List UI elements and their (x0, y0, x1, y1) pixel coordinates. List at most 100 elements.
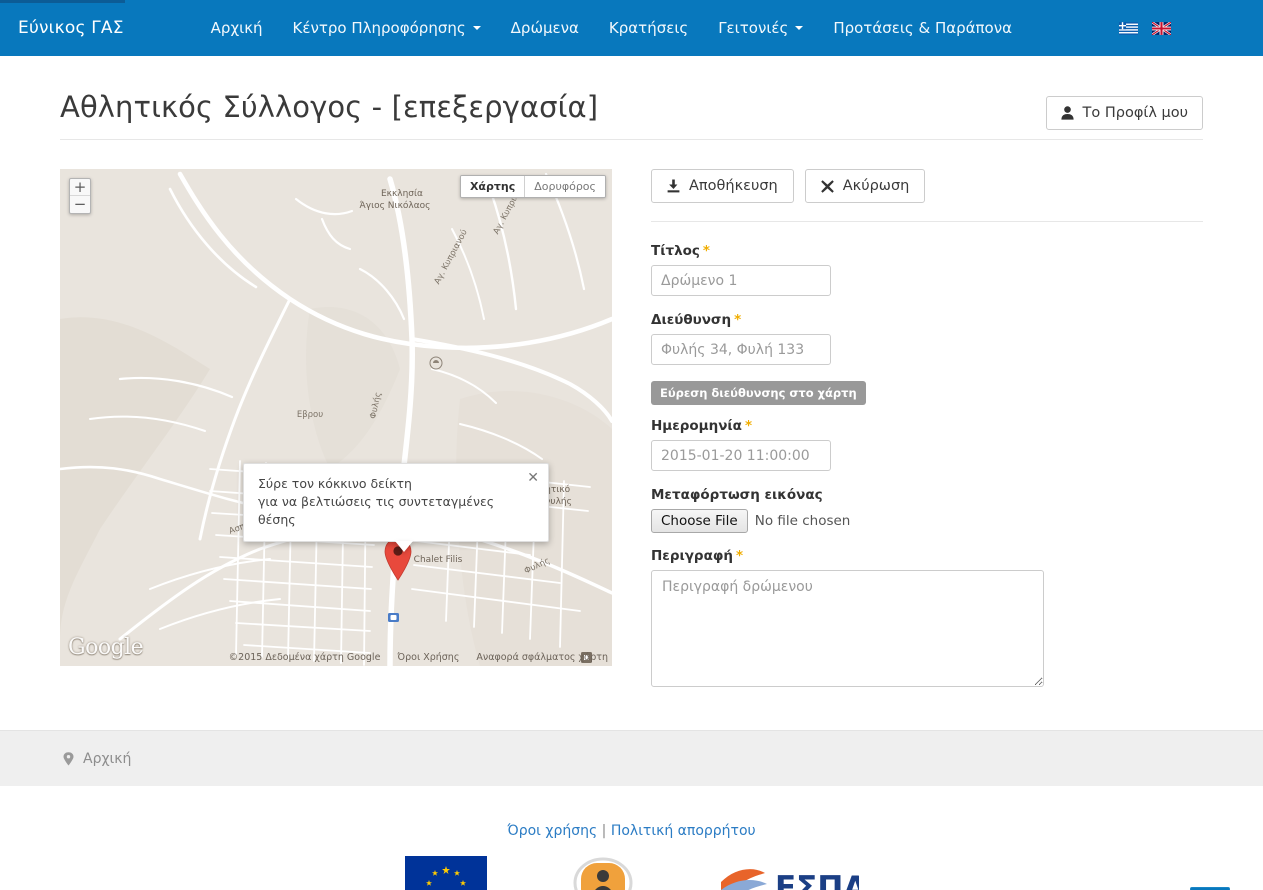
page-footer: Όροι χρήσης | Πολιτική απορρήτου ΕΣΠΑ (0, 786, 1263, 890)
nav-label: Αρχική (210, 19, 263, 37)
info-window-tail (395, 541, 413, 553)
info-window-line-2: για να βελτιώσεις τις συντεταγμένες θέση… (258, 494, 495, 528)
address-input[interactable] (651, 334, 831, 365)
nav-item-suggestions-complaints[interactable]: Προτάσεις & Παράπονα (818, 0, 1027, 56)
page-title: Αθλητικός Σύλλογος - [επεξεργασία] (60, 90, 599, 124)
map-info-window: Σύρε τον κόκκινο δείκτη για να βελτιώσει… (243, 463, 549, 553)
save-label: Αποθήκευση (689, 178, 778, 194)
breadcrumb: Αρχική (60, 751, 1203, 767)
map-zoom-control[interactable]: + − (69, 178, 91, 214)
location-map[interactable]: Εκκλησία Άγιος Νικόλαος Αγ. Κυπριανού Αγ… (60, 169, 612, 666)
footer-separator: | (601, 823, 607, 839)
my-profile-label: Το Προφίλ μου (1082, 105, 1188, 121)
description-textarea[interactable] (651, 570, 1044, 687)
date-label: Ημερομηνία * (651, 418, 1203, 434)
map-label: Φυλής (523, 556, 552, 576)
espa-text: ΕΣΠΑ (775, 870, 859, 890)
breadcrumb-bar: Αρχική (0, 730, 1263, 786)
map-label: Εβρου (297, 410, 323, 420)
download-icon (667, 179, 680, 193)
address-label-text: Διεύθυνση (651, 312, 732, 328)
file-status-text: No file chosen (754, 513, 851, 529)
save-button[interactable]: Αποθήκευση (651, 169, 794, 203)
nav-item-neighborhoods[interactable]: Γειτονιές (703, 0, 818, 56)
chevron-down-icon (472, 26, 481, 30)
map-copyright: ©2015 Δεδομένα χάρτη Google (228, 652, 381, 663)
content-container: Αθλητικός Σύλλογος - [επεξεργασία] Το Πρ… (60, 56, 1203, 687)
map-marker-icon (63, 751, 74, 765)
eu-flag-logo (404, 856, 487, 890)
main-navbar: Εύνικος ΓΑΣ Αρχική Κέντρο Πληροφόρησης Δ… (0, 0, 1263, 56)
zoom-in-button[interactable]: + (70, 179, 90, 196)
main-row: Εκκλησία Άγιος Νικόλαος Αγ. Κυπριανού Αγ… (60, 140, 1203, 687)
google-logo-text: Google (68, 635, 144, 660)
image-upload-label: Μεταφόρτωση εικόνας (651, 487, 823, 503)
cancel-label: Ακύρωση (842, 178, 910, 194)
map-label: Εκκλησία (381, 189, 423, 199)
map-type-control[interactable]: Χάρτης Δορυφόρος (459, 175, 606, 198)
cancel-button[interactable]: Ακύρωση (804, 169, 926, 203)
form-actions: Αποθήκευση Ακύρωση (651, 169, 1203, 222)
nav-label: Κέντρο Πληροφόρησης (292, 19, 466, 37)
address-label: Διεύθυνση * (651, 312, 1203, 328)
chevron-down-icon (795, 26, 804, 30)
espa-icon: ΕΣΠΑ (718, 856, 859, 890)
info-window-line-1: Σύρε τον κόκκινο δείκτη (258, 476, 412, 491)
date-label-text: Ημερομηνία (651, 418, 742, 434)
nav-label: Προτάσεις & Παράπονα (833, 19, 1013, 37)
close-icon[interactable]: ✕ (527, 471, 539, 485)
language-english[interactable] (1152, 21, 1171, 35)
user-icon (1060, 106, 1074, 120)
map-label: Φυλής (368, 391, 383, 420)
primary-navigation: Αρχική Κέντρο Πληροφόρησης Δρώμενα Κρατή… (196, 0, 1027, 56)
nav-item-home[interactable]: Αρχική (196, 0, 278, 56)
title-label-text: Τίτλος (651, 243, 700, 259)
find-address-on-map-button[interactable]: Εύρεση διεύθυνσης στο χάρτη (651, 381, 866, 405)
required-asterisk: * (734, 312, 742, 328)
nav-item-events[interactable]: Δρώμενα (496, 0, 594, 56)
footer-logos: ΕΣΠΑ (0, 856, 1263, 890)
map-labels: Εκκλησία Άγιος Νικόλαος Αγ. Κυπριανού Αγ… (227, 177, 572, 576)
brand-logo[interactable]: Εύνικος ΓΑΣ (18, 18, 138, 38)
required-asterisk: * (744, 418, 753, 434)
description-label-text: Περιγραφή (651, 548, 734, 564)
map-label: Άγιος Νικόλαος (360, 200, 431, 211)
map-type-satellite[interactable]: Δορυφόρος (524, 176, 605, 197)
title-label: Τίτλος * (651, 243, 1203, 259)
page-loading-bar (0, 0, 125, 3)
terms-of-use-link[interactable]: Όροι χρήσης (507, 823, 597, 839)
orange-emblem-logo (564, 856, 641, 890)
zoom-out-button[interactable]: − (70, 196, 90, 213)
map-column: Εκκλησία Άγιος Νικόλαος Αγ. Κυπριανού Αγ… (60, 169, 612, 687)
breadcrumb-item-home[interactable]: Αρχική (83, 751, 131, 767)
page-body: Αθλητικός Σύλλογος - [επεξεργασία] Το Πρ… (0, 56, 1263, 890)
map-type-roadmap[interactable]: Χάρτης (460, 176, 525, 197)
espa-logo: ΕΣΠΑ (718, 856, 859, 890)
nav-item-reservations[interactable]: Κρατήσεις (594, 0, 703, 56)
privacy-policy-link[interactable]: Πολιτική απορρήτου (611, 823, 756, 839)
description-label: Περιγραφή * (651, 548, 1203, 564)
my-profile-button[interactable]: Το Προφίλ μου (1045, 96, 1203, 130)
greek-flag-icon (1119, 21, 1138, 35)
nav-label: Κρατήσεις (608, 19, 689, 37)
required-asterisk: * (736, 548, 744, 564)
english-flag-icon (1152, 21, 1171, 35)
emblem-icon (564, 856, 641, 890)
language-greek[interactable] (1119, 21, 1138, 35)
footer-links: Όροι χρήσης | Πολιτική απορρήτου (0, 823, 1263, 839)
nav-label: Γειτονιές (718, 19, 789, 37)
map-attributions: ©2015 Δεδομένα χάρτη Google Όροι Χρήσης … (229, 652, 608, 663)
nav-label: Δρώμενα (510, 19, 579, 37)
close-icon (820, 179, 834, 193)
map-label: Αγ. Κυπριανού (432, 227, 470, 286)
date-input[interactable] (651, 440, 831, 471)
google-logo: Google (68, 635, 144, 660)
choose-file-button[interactable]: Choose File (651, 509, 748, 533)
nav-item-information-center[interactable]: Κέντρο Πληροφόρησης (278, 0, 496, 56)
form-column: Αποθήκευση Ακύρωση Τίτλος* Διεύθυνση* (651, 169, 1203, 687)
map-terms-link[interactable]: Όροι Χρήσης (397, 652, 459, 663)
title-input[interactable] (651, 265, 831, 296)
file-upload-row[interactable]: Choose File No file chosen (651, 509, 1203, 533)
map-report-error-link[interactable]: Αναφορά σφάλματος χάρτη (476, 652, 608, 663)
page-header: Αθλητικός Σύλλογος - [επεξεργασία] Το Πρ… (60, 56, 1203, 140)
